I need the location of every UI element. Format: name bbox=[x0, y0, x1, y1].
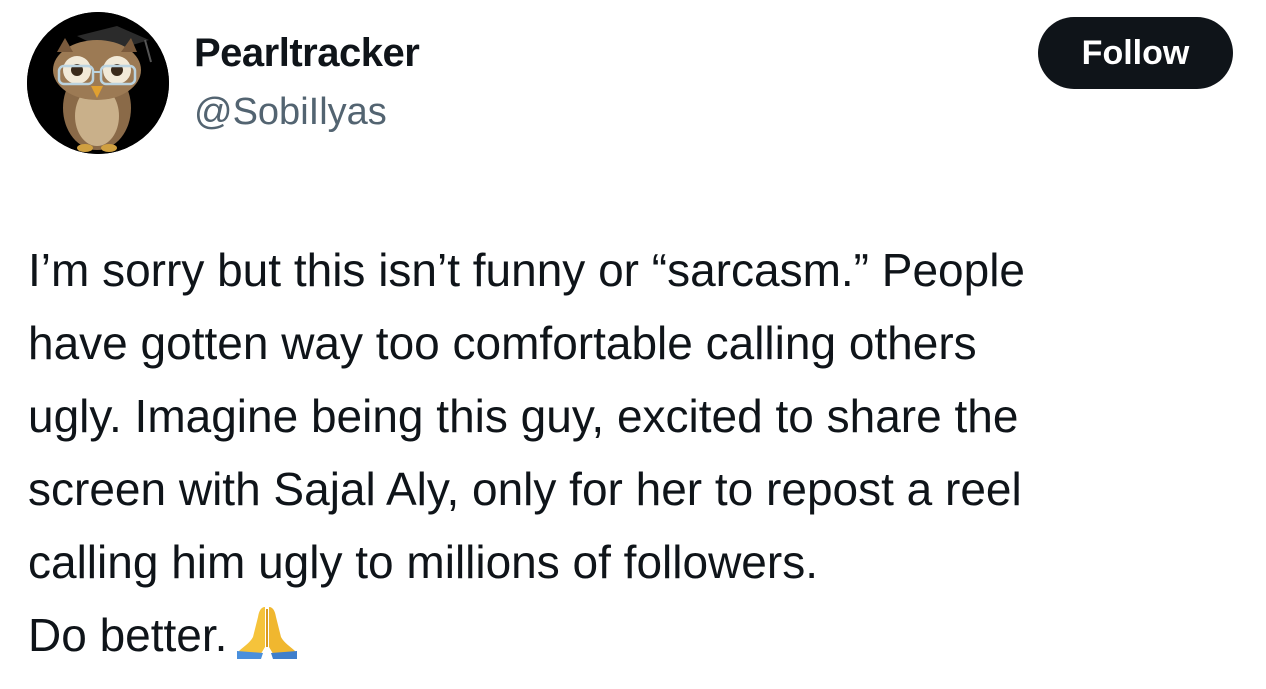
tweet-line: have gotten way too comfortable calling … bbox=[28, 317, 977, 369]
owl-avatar-icon bbox=[27, 12, 169, 154]
user-handle[interactable]: @SobiIlyas bbox=[194, 90, 387, 134]
tweet-line: I’m sorry but this isn’t funny or “sarca… bbox=[28, 244, 1025, 296]
tweet-line: Do better. bbox=[28, 609, 228, 661]
tweet-text: I’m sorry but this isn’t funny or “sarca… bbox=[28, 234, 1253, 680]
tweet-line: screen with Sajal Aly, only for her to r… bbox=[28, 463, 1022, 515]
follow-button[interactable]: Follow bbox=[1038, 17, 1233, 89]
tweet-line: ugly. Imagine being this guy, excited to… bbox=[28, 390, 1019, 442]
display-name[interactable]: Pearltracker bbox=[194, 30, 420, 76]
avatar[interactable] bbox=[27, 12, 169, 154]
tweet-line: calling him ugly to millions of follower… bbox=[28, 536, 818, 588]
folded-hands-icon bbox=[235, 603, 299, 680]
tweet-last-line: Do better. bbox=[28, 599, 1253, 680]
